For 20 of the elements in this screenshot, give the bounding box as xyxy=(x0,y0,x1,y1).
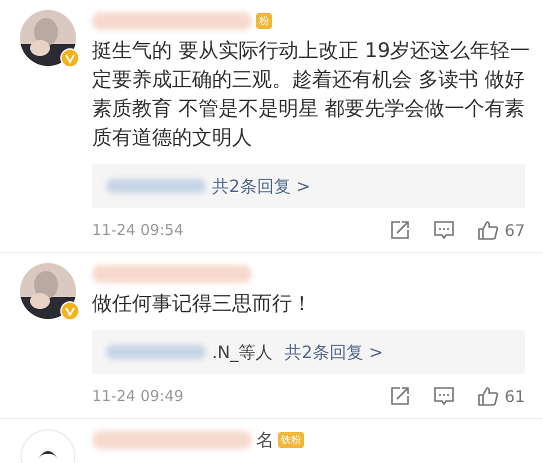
replies-link[interactable]: 共2条回复 > xyxy=(212,174,310,198)
comment-text: 挺生气的 要从实际行动上改正 19岁还这么年轻一定要养成正确的三观。趁着还有机会 多读书 做好素质教育 不管是不是明星 都要先学会做一个有素质有道德的文明人 xyxy=(92,37,531,151)
verified-icon xyxy=(60,301,80,321)
fan-badge: 铁粉 xyxy=(278,432,304,448)
comment-icon[interactable] xyxy=(432,385,455,407)
comment-text: 做任何事记得三思而行！ xyxy=(92,290,313,317)
timestamp: 11-24 09:54 xyxy=(92,221,184,239)
share-icon[interactable] xyxy=(388,219,411,241)
like-button[interactable]: 67 xyxy=(476,219,525,241)
share-icon[interactable] xyxy=(388,385,411,407)
timestamp: 11-24 09:49 xyxy=(92,387,184,405)
verified-icon xyxy=(60,48,80,68)
thumbs-up-icon xyxy=(476,219,499,241)
fan-badge: 粉 xyxy=(256,13,272,29)
thumbs-up-icon xyxy=(476,385,499,407)
reply-names: .N_等人 xyxy=(212,342,273,364)
replies-link[interactable]: 共2条回复 > xyxy=(284,340,384,364)
like-button[interactable]: 61 xyxy=(476,385,525,407)
comment-icon[interactable] xyxy=(432,219,455,241)
user-name: 名 xyxy=(256,429,274,452)
